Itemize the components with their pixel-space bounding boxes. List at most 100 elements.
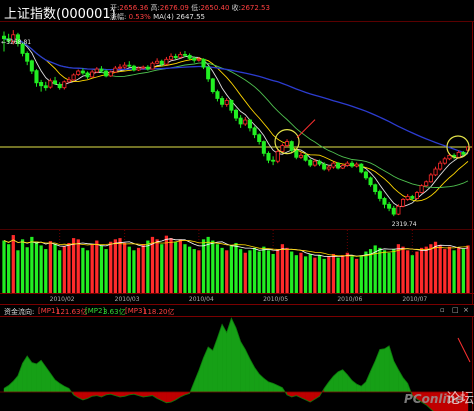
volume-bar xyxy=(392,249,396,293)
date-tick-label: 2010/06 xyxy=(337,296,362,303)
candle xyxy=(377,189,382,202)
volume-bar xyxy=(53,244,57,293)
candle-body xyxy=(43,85,48,89)
volume-bar xyxy=(406,250,410,293)
candle xyxy=(285,139,290,148)
fund-flow-segment xyxy=(198,357,204,393)
candle-body xyxy=(136,67,141,71)
candle-body xyxy=(187,54,192,59)
candle xyxy=(131,64,136,72)
fund-flow-segment xyxy=(333,371,339,393)
change-readout: 涨幅: 0.53% MA(4) 2647.55 xyxy=(110,13,206,21)
candle-body xyxy=(206,66,211,80)
candle xyxy=(117,64,123,70)
close-label: 收 xyxy=(231,4,239,12)
volume-bar xyxy=(30,236,34,293)
volume-bar xyxy=(294,255,298,293)
volume-bar xyxy=(192,249,196,293)
volume-bar xyxy=(466,245,470,293)
volume-bar xyxy=(438,245,442,293)
candle-body xyxy=(150,62,155,70)
volume-bar xyxy=(410,255,414,293)
volume-bar xyxy=(350,256,354,293)
candle-body xyxy=(373,184,378,192)
volume-bar xyxy=(433,241,438,293)
candle-body xyxy=(53,80,58,85)
candle-body xyxy=(442,158,447,164)
volume-bar xyxy=(215,244,220,293)
candle-body xyxy=(29,60,34,72)
fund-flow-segment xyxy=(402,377,408,393)
candle xyxy=(187,53,192,60)
volume-bar xyxy=(187,246,192,293)
candle-body xyxy=(428,174,433,183)
panel-close-icon[interactable]: × xyxy=(463,306,469,314)
volume-bar xyxy=(113,239,117,293)
volume-bar xyxy=(229,245,233,293)
candle-body xyxy=(387,203,392,209)
volume-bar xyxy=(447,246,452,293)
fund-flow-segment xyxy=(217,324,223,393)
candle-body xyxy=(173,55,178,59)
fund-flow-segment xyxy=(17,363,23,393)
change-value: 0.53% xyxy=(128,13,151,21)
low-marker-label: 2319.74 xyxy=(392,221,417,228)
candle-body xyxy=(220,98,225,105)
volume-bar xyxy=(341,255,345,293)
candle-body xyxy=(238,117,243,125)
candle xyxy=(428,172,433,183)
volume-bar xyxy=(313,257,317,293)
high-marker-label: ←3268.81 xyxy=(1,39,31,46)
candle xyxy=(405,194,410,201)
candle xyxy=(66,76,71,83)
candle xyxy=(340,163,345,170)
candle xyxy=(122,62,127,69)
candle xyxy=(359,163,364,174)
candle-body xyxy=(271,159,276,162)
volume-bar xyxy=(280,244,285,293)
volume-bar xyxy=(141,244,145,293)
volume-bar xyxy=(109,241,113,293)
fund-flow-segment xyxy=(337,369,343,393)
volume-bar xyxy=(2,240,6,293)
candle xyxy=(164,56,169,66)
volume-bar xyxy=(364,251,368,293)
panel-maximize-icon[interactable]: □ xyxy=(452,306,459,314)
volume-bar xyxy=(331,253,336,293)
fund-flow-segment xyxy=(240,340,246,393)
candle-body xyxy=(122,64,127,68)
volume-bar xyxy=(336,257,340,293)
forum-watermark: 论坛 xyxy=(446,391,474,407)
candle-body xyxy=(210,78,215,93)
candle xyxy=(308,158,313,168)
candle xyxy=(336,162,341,170)
candle-body xyxy=(99,68,104,72)
candle-body xyxy=(317,160,322,165)
volume-bar xyxy=(429,244,433,293)
volume-bar xyxy=(90,244,94,293)
candle xyxy=(43,81,48,91)
volume-bar xyxy=(457,247,461,293)
panel-option-icon[interactable]: ▫ xyxy=(440,306,445,314)
highlight-arrow xyxy=(296,119,316,138)
volume-bar xyxy=(424,246,428,293)
candle-body xyxy=(94,68,99,73)
volume-bar xyxy=(178,239,182,293)
volume-bar xyxy=(317,255,322,293)
candle-body xyxy=(90,71,95,78)
candle xyxy=(433,166,438,177)
candle-body xyxy=(280,145,285,152)
candle-body xyxy=(261,141,266,154)
candle-body xyxy=(48,80,53,88)
volume-bar xyxy=(308,253,312,293)
volume-bar xyxy=(118,238,122,293)
candle xyxy=(414,190,419,200)
candle xyxy=(442,156,447,165)
volume-bar xyxy=(239,249,243,293)
ohlc-readout: 开:2656.36 高:2676.09 低:2650.40 收:2672.53 xyxy=(110,4,270,12)
candle xyxy=(224,98,229,107)
candle-body xyxy=(326,166,331,170)
candle-body xyxy=(266,152,271,161)
volume-bar xyxy=(359,255,363,293)
volume-bar xyxy=(146,240,150,293)
